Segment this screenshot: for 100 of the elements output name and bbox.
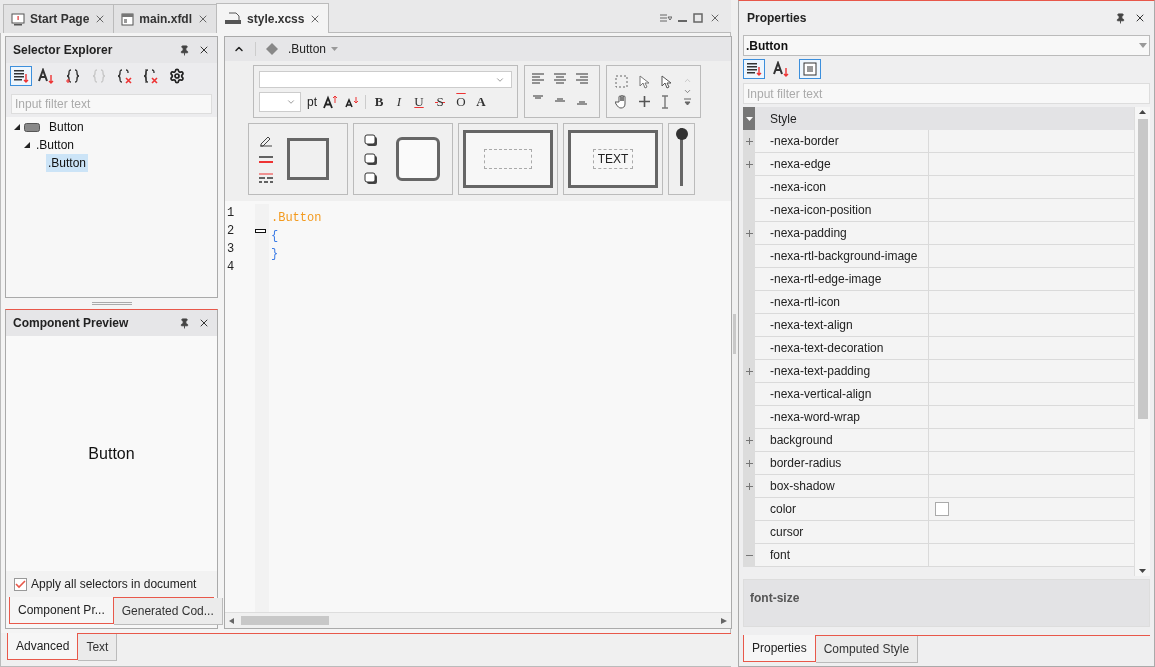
- dropdown-caret-icon[interactable]: [331, 47, 339, 51]
- checkbox[interactable]: [14, 577, 27, 591]
- grow-font-icon[interactable]: [323, 95, 339, 109]
- shadow-icon[interactable]: [364, 152, 378, 166]
- text-style-button[interactable]: A: [474, 92, 488, 112]
- panel-tab[interactable]: Properties: [743, 635, 816, 662]
- property-value-cell[interactable]: [929, 199, 1134, 222]
- property-value-cell[interactable]: [929, 452, 1134, 475]
- panel-tab[interactable]: Component Pr...: [9, 597, 114, 624]
- vertical-scrollbar[interactable]: [1134, 107, 1150, 576]
- border-style-icon[interactable]: [259, 154, 273, 165]
- property-value-cell[interactable]: [929, 360, 1134, 383]
- panel-tab[interactable]: Computed Style: [815, 636, 919, 663]
- text-style-button[interactable]: B: [372, 92, 386, 112]
- filter-field[interactable]: Input filter text: [743, 83, 1150, 104]
- property-name[interactable]: -nexa-padding: [755, 222, 929, 245]
- expand-icon[interactable]: [745, 368, 753, 375]
- horizontal-scrollbar[interactable]: [225, 612, 731, 628]
- property-name[interactable]: -nexa-text-decoration: [755, 337, 929, 360]
- target-dropdown[interactable]: .Button: [743, 35, 1150, 56]
- expand-icon[interactable]: [745, 230, 753, 237]
- property-name[interactable]: -nexa-text-align: [755, 314, 929, 337]
- align-icon[interactable]: [553, 72, 567, 84]
- property-value-cell[interactable]: [929, 429, 1134, 452]
- text-style-button[interactable]: U: [412, 92, 426, 112]
- shrink-font-icon[interactable]: [345, 96, 359, 108]
- scroll-down-icon[interactable]: [1139, 569, 1146, 573]
- text-cursor-icon[interactable]: [660, 94, 671, 109]
- pointer-icon[interactable]: [660, 74, 673, 89]
- property-value-cell[interactable]: [929, 222, 1134, 245]
- expand-icon[interactable]: [745, 138, 753, 145]
- property-name[interactable]: -nexa-word-wrap: [755, 406, 929, 429]
- property-name[interactable]: font: [755, 544, 929, 567]
- property-name[interactable]: box-shadow: [755, 475, 929, 498]
- property-value-cell[interactable]: [929, 314, 1134, 337]
- property-name[interactable]: border-radius: [755, 452, 929, 475]
- dashed-border-icon[interactable]: [259, 172, 273, 184]
- property-name[interactable]: -nexa-rtl-edge-image: [755, 268, 929, 291]
- property-value-cell[interactable]: [929, 130, 1134, 153]
- text-style-button[interactable]: O: [454, 92, 468, 112]
- property-name[interactable]: -nexa-rtl-background-image: [755, 245, 929, 268]
- close-icon[interactable]: [1134, 12, 1146, 24]
- property-value-cell[interactable]: [929, 383, 1134, 406]
- pin-icon[interactable]: [179, 317, 190, 329]
- property-name[interactable]: cursor: [755, 521, 929, 544]
- fold-marker-icon[interactable]: [255, 229, 266, 233]
- property-name[interactable]: -nexa-text-padding: [755, 360, 929, 383]
- property-name[interactable]: -nexa-border: [755, 130, 929, 153]
- tree-item[interactable]: Button: [47, 118, 86, 136]
- property-value-cell[interactable]: [929, 498, 1134, 521]
- maximize-icon[interactable]: [693, 12, 703, 23]
- text-style-button[interactable]: I: [392, 92, 406, 112]
- property-value-cell[interactable]: [929, 521, 1134, 544]
- color-swatch[interactable]: [935, 502, 949, 516]
- panel-tab[interactable]: Advanced: [7, 633, 79, 660]
- slider-thumb[interactable]: [675, 128, 688, 140]
- property-name[interactable]: -nexa-rtl-icon: [755, 291, 929, 314]
- panel-tab[interactable]: Generated Cod...: [113, 598, 223, 625]
- property-value-cell[interactable]: [929, 176, 1134, 199]
- property-value-cell[interactable]: [929, 291, 1134, 314]
- expand-icon[interactable]: [745, 437, 753, 444]
- align-icon[interactable]: [575, 72, 589, 84]
- toolbar-button[interactable]: [10, 66, 32, 86]
- document-tab[interactable]: Start Page: [3, 4, 114, 33]
- selection-icon[interactable]: [615, 74, 628, 88]
- property-value-cell[interactable]: [929, 245, 1134, 268]
- shadow-icon[interactable]: [364, 133, 378, 147]
- property-value-cell[interactable]: [929, 406, 1134, 429]
- expand-icon[interactable]: [683, 98, 692, 107]
- breadcrumb[interactable]: .Button: [288, 40, 327, 58]
- crosshair-icon[interactable]: [637, 94, 651, 108]
- tree-item[interactable]: .Button: [34, 136, 77, 154]
- scroll-up-icon[interactable]: [1139, 110, 1146, 114]
- pencil-icon[interactable]: [259, 134, 273, 147]
- property-value-cell[interactable]: [929, 268, 1134, 291]
- scroll-right-icon[interactable]: [721, 617, 727, 624]
- property-name[interactable]: background: [755, 429, 929, 452]
- opacity-slider[interactable]: [675, 128, 688, 186]
- expand-icon[interactable]: [745, 161, 753, 168]
- expand-icon[interactable]: [745, 460, 753, 467]
- property-name[interactable]: -nexa-icon: [755, 176, 929, 199]
- tab-list-icon[interactable]: [660, 13, 672, 22]
- tree-item[interactable]: .Button: [46, 154, 89, 172]
- category-toggle-icon[interactable]: [743, 107, 755, 130]
- pin-icon[interactable]: [179, 44, 190, 56]
- document-tab[interactable]: style.xcss: [216, 3, 330, 33]
- hand-icon[interactable]: [615, 94, 628, 109]
- panel-tab[interactable]: Text: [78, 634, 118, 661]
- filter-field[interactable]: Input filter text: [11, 94, 212, 114]
- margin-preview[interactable]: [463, 130, 553, 188]
- property-name[interactable]: -nexa-vertical-align: [755, 383, 929, 406]
- property-value-cell[interactable]: [929, 153, 1134, 176]
- close-icon[interactable]: [198, 317, 210, 329]
- align-icon[interactable]: [531, 72, 545, 84]
- property-name[interactable]: -nexa-icon-position: [755, 199, 929, 222]
- close-icon[interactable]: [198, 44, 210, 56]
- property-value-cell[interactable]: [929, 544, 1134, 567]
- pin-icon[interactable]: [1115, 12, 1126, 24]
- scroll-left-icon[interactable]: [229, 617, 235, 624]
- expand-icon[interactable]: [745, 483, 753, 490]
